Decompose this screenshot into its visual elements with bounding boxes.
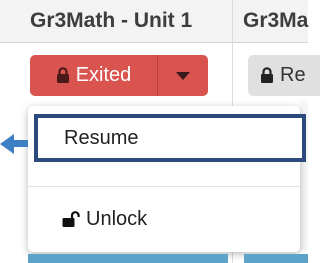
exited-status-button[interactable]: Exited	[30, 55, 158, 96]
menu-item-unlock-label: Unlock	[86, 207, 148, 230]
caret-down-icon	[176, 71, 190, 80]
lock-icon	[260, 67, 274, 84]
menu-divider	[28, 186, 300, 187]
pointer-arrow-icon	[0, 134, 14, 154]
column-header-unit-1[interactable]: Gr3Math - Unit 1	[30, 9, 192, 33]
status-dropdown-toggle[interactable]	[158, 55, 208, 96]
next-row-button-edge	[28, 254, 228, 263]
unlock-icon	[62, 210, 80, 228]
second-status-button[interactable]: Re	[248, 55, 320, 96]
menu-item-resume[interactable]: Resume	[34, 114, 306, 162]
menu-item-resume-label: Resume	[64, 126, 139, 149]
next-row-button-edge	[244, 254, 308, 263]
table-header-row: Gr3Math - Unit 1 Gr3Ma	[0, 0, 308, 43]
menu-item-unlock[interactable]: Unlock	[62, 204, 147, 234]
column-header-unit-2[interactable]: Gr3Ma	[243, 9, 308, 33]
status-button-group: Exited	[30, 55, 208, 96]
lock-icon	[56, 67, 70, 84]
exited-status-label: Exited	[75, 64, 132, 86]
second-status-label: Re	[280, 64, 306, 86]
status-dropdown-menu: Resume Unlock	[28, 106, 306, 252]
